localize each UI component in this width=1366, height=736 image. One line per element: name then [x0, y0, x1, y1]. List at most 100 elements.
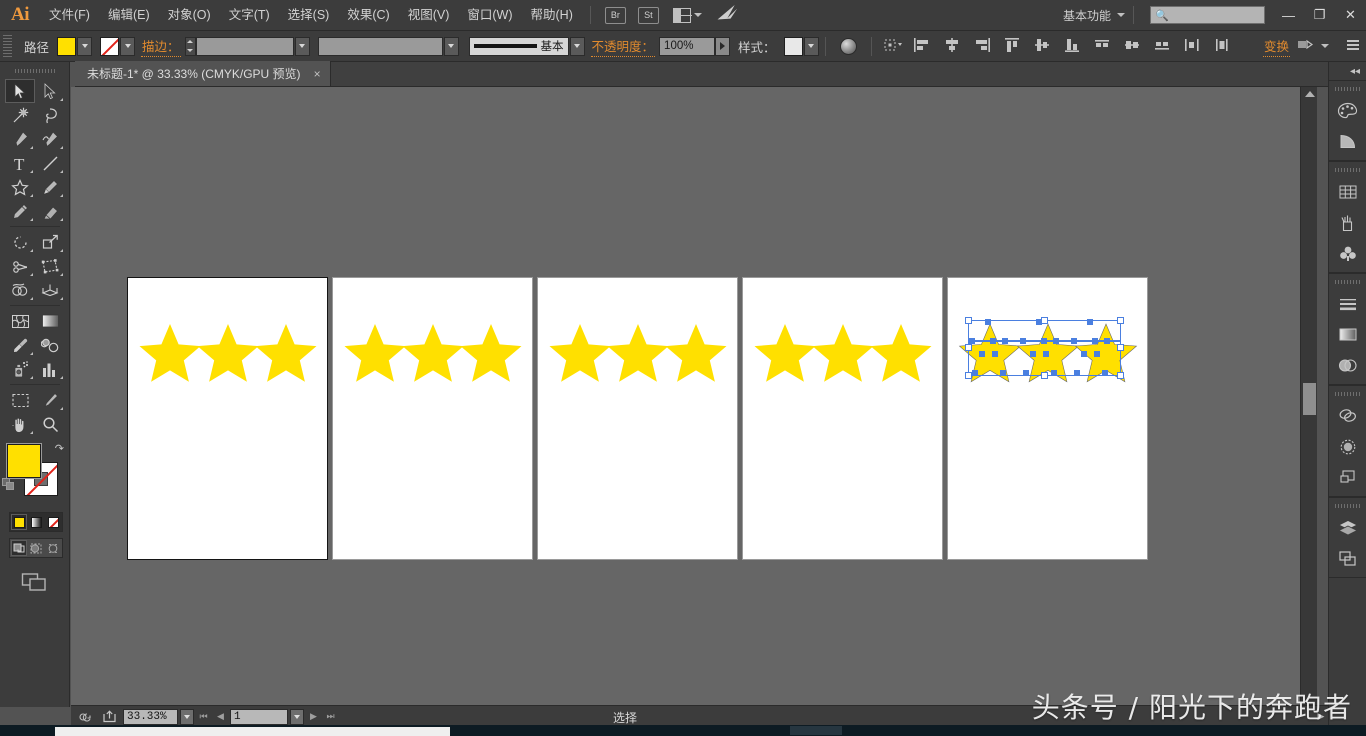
graphic-styles-panel-icon[interactable]	[1329, 400, 1366, 431]
blend-tool[interactable]	[35, 333, 65, 357]
star-shape[interactable]	[664, 322, 728, 383]
stroke-weight-input[interactable]	[195, 36, 294, 56]
paintbrush-tool[interactable]	[35, 175, 65, 199]
shape-builder-tool[interactable]	[5, 278, 35, 302]
workspace-chevron-down-icon[interactable]	[1117, 13, 1125, 17]
transform-panel-link[interactable]: 变换	[1262, 36, 1290, 57]
stroke-weight-label[interactable]: 描边：	[141, 36, 181, 57]
stroke-profile-dropdown[interactable]	[443, 36, 459, 56]
stroke-color-swatch[interactable]	[100, 36, 120, 56]
opacity-label[interactable]: 不透明度：	[590, 36, 656, 57]
dock-group-grip[interactable]	[1329, 277, 1366, 286]
scale-tool[interactable]	[35, 230, 65, 254]
brush-definition-preview[interactable]: 基本	[468, 36, 569, 56]
perspective-grid-tool[interactable]	[35, 278, 65, 302]
zoom-level-input[interactable]: 33.33%	[123, 708, 178, 725]
star-shape[interactable]	[138, 322, 202, 383]
star-group-4[interactable]	[753, 322, 933, 383]
slice-tool[interactable]	[35, 388, 65, 412]
star-group-3[interactable]	[548, 322, 728, 383]
rotate-tool[interactable]	[5, 230, 35, 254]
star-shape[interactable]	[606, 322, 670, 383]
swatches-panel-icon[interactable]	[1329, 176, 1366, 207]
artboard-1[interactable]	[127, 277, 328, 560]
align-left-icon[interactable]	[913, 37, 933, 56]
artboard-number-dropdown[interactable]	[290, 708, 304, 725]
menu-effect[interactable]: 效果(C)	[338, 0, 398, 31]
star-shape[interactable]	[254, 322, 318, 383]
gradient-tool[interactable]	[35, 309, 65, 333]
star-shape[interactable]	[753, 322, 817, 383]
scroll-up-arrow-icon[interactable]	[1305, 91, 1315, 97]
artboard-4[interactable]	[742, 277, 943, 560]
pencil-tool[interactable]	[5, 199, 35, 223]
preflight-icon[interactable]	[75, 709, 97, 725]
next-artboard-icon[interactable]: ▶	[306, 709, 321, 725]
pen-tool[interactable]	[5, 127, 35, 151]
star-shape[interactable]	[1074, 322, 1138, 383]
menu-help[interactable]: 帮助(H)	[522, 0, 582, 31]
zoom-tool[interactable]	[35, 412, 65, 436]
menu-select[interactable]: 选择(S)	[279, 0, 339, 31]
eraser-tool[interactable]	[35, 199, 65, 223]
zoom-level-dropdown[interactable]	[180, 708, 194, 725]
share-document-icon[interactable]	[99, 709, 121, 725]
tools-panel-grip[interactable]	[0, 65, 69, 77]
fill-color-swatch[interactable]	[57, 36, 77, 56]
star-shape[interactable]	[1016, 322, 1080, 383]
none-mode-button[interactable]	[45, 514, 61, 530]
stroke-swatch-dropdown[interactable]	[120, 36, 136, 56]
graphic-style-dropdown[interactable]	[803, 36, 819, 56]
align-center-horizontal-icon[interactable]	[943, 37, 963, 56]
magic-wand-tool[interactable]	[5, 103, 35, 127]
appearance-panel-icon[interactable]	[1329, 431, 1366, 462]
opacity-flyout-button[interactable]	[715, 36, 731, 56]
stroke-panel-icon[interactable]	[1329, 288, 1366, 319]
vertical-scrollbar-thumb[interactable]	[1303, 383, 1316, 415]
distribute-left-spacing-icon[interactable]	[1183, 37, 1203, 56]
stroke-profile-input[interactable]	[317, 36, 443, 56]
last-artboard-icon[interactable]: ⏭	[323, 709, 338, 725]
star-group-2[interactable]	[343, 322, 523, 383]
align-to-selection-icon[interactable]	[883, 37, 903, 56]
star-group-1[interactable]	[138, 322, 318, 383]
menu-edit[interactable]: 编辑(E)	[99, 0, 159, 31]
behance-swoosh-icon[interactable]	[715, 3, 742, 26]
artboard-3[interactable]	[537, 277, 738, 560]
type-tool[interactable]: T	[5, 151, 35, 175]
menu-view[interactable]: 视图(V)	[399, 0, 459, 31]
color-panel-icon[interactable]	[1329, 95, 1366, 126]
align-right-icon[interactable]	[973, 37, 993, 56]
stroke-weight-dropdown[interactable]	[294, 36, 310, 56]
close-icon[interactable]: ×	[311, 67, 324, 81]
stock-icon[interactable]: St	[637, 6, 659, 24]
default-fill-stroke-icon[interactable]	[2, 478, 15, 491]
hand-tool[interactable]	[5, 412, 35, 436]
width-tool[interactable]	[5, 254, 35, 278]
first-artboard-icon[interactable]: ⏮	[196, 709, 211, 725]
menu-object[interactable]: 对象(O)	[159, 0, 220, 31]
star-shape[interactable]	[401, 322, 465, 383]
menu-file[interactable]: 文件(F)	[40, 0, 99, 31]
curvature-tool[interactable]	[35, 127, 65, 151]
mesh-tool[interactable]	[5, 309, 35, 333]
dock-group-grip[interactable]	[1329, 501, 1366, 510]
star-shape[interactable]	[958, 322, 1022, 383]
color-guide-panel-icon[interactable]	[1329, 126, 1366, 157]
distribute-bottom-icon[interactable]	[1153, 37, 1173, 56]
minimize-button[interactable]: —	[1273, 0, 1304, 31]
selection-tool[interactable]	[5, 79, 35, 103]
collapse-panels-icon[interactable]: ◂◂	[1329, 62, 1366, 80]
star-shape[interactable]	[548, 322, 612, 383]
symbol-sprayer-tool[interactable]	[5, 357, 35, 381]
fill-color-box[interactable]	[7, 444, 41, 478]
free-transform-tool[interactable]	[35, 254, 65, 278]
restore-button[interactable]: ❐	[1304, 0, 1335, 31]
transform-panel-icon[interactable]	[1329, 543, 1366, 574]
brushes-panel-icon[interactable]	[1329, 207, 1366, 238]
distribute-horizontal-spacing-icon[interactable]	[1213, 37, 1233, 56]
align-middle-vertical-icon[interactable]	[1033, 37, 1053, 56]
star-shape[interactable]	[869, 322, 933, 383]
graphic-style-swatch[interactable]	[783, 36, 803, 56]
artboard-5[interactable]	[947, 277, 1148, 560]
